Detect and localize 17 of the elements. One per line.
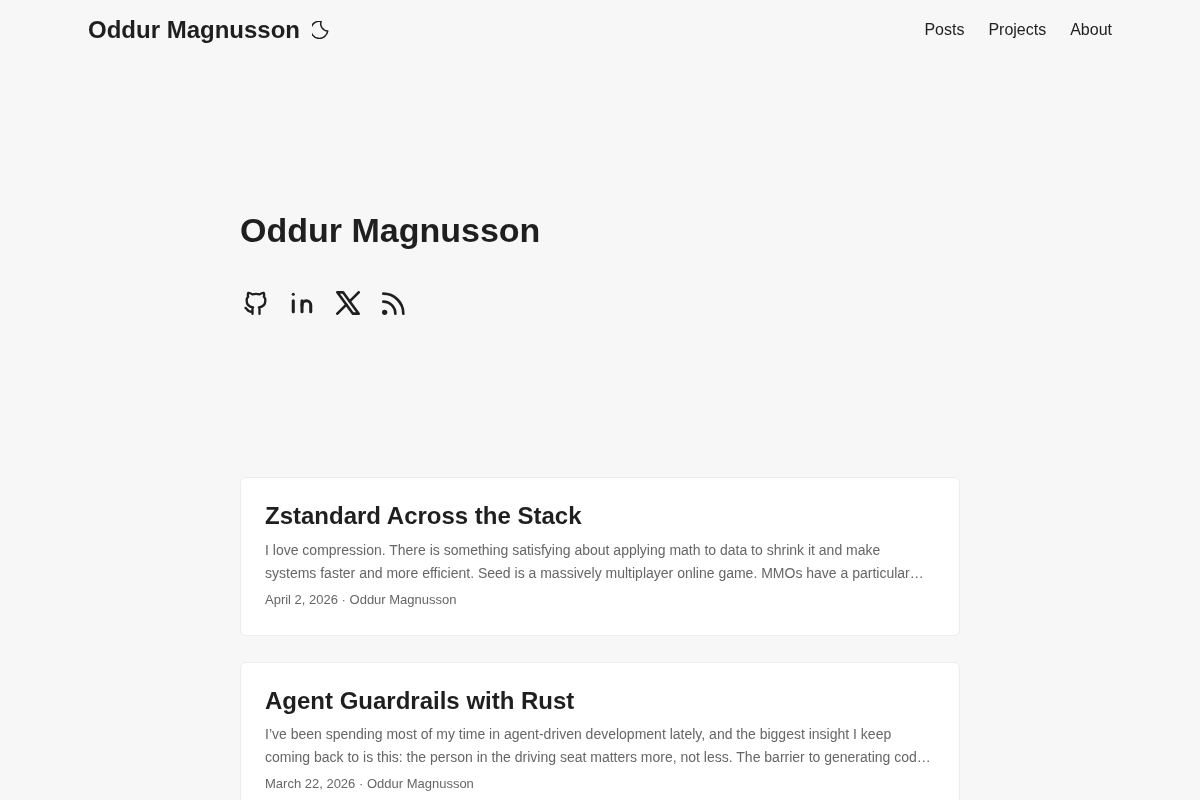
post-summary: I love compression. There is something satisfying about applying math to data to shrink it and make systems faster and more efficient. Seed is a massively multiplayer online game. MMOs have a particular… (265, 540, 925, 583)
theme-toggle-button[interactable] (312, 21, 330, 39)
linkedin-icon (290, 290, 314, 315)
author-name-heading: Oddur Magnusson (240, 210, 542, 251)
x-logo-icon (336, 290, 360, 315)
site-title-link[interactable]: Oddur Magnusson (88, 15, 300, 45)
moon-icon (312, 21, 330, 39)
post-title-link[interactable]: Agent Guardrails with Rust (265, 686, 575, 714)
rss-icon (382, 290, 406, 315)
post-meta: April 2, 2026 · Oddur Magnusson (265, 590, 458, 609)
post-meta: March 22, 2026 · Oddur Magnusson (265, 775, 475, 794)
nav-link[interactable]: Projects (988, 18, 1047, 42)
nav-link[interactable]: Posts (924, 18, 965, 42)
post-summary: I’ve been spending most of my time in agent-driven development lately, and the biggest insight I keep coming back to is this: the person in the driving seat matters more, not less. The barrier to generating cod… (265, 725, 932, 768)
post-title-link[interactable]: Zstandard Across the Stack (265, 501, 582, 529)
github-icon (244, 290, 268, 315)
nav-link[interactable]: About (1070, 18, 1112, 42)
